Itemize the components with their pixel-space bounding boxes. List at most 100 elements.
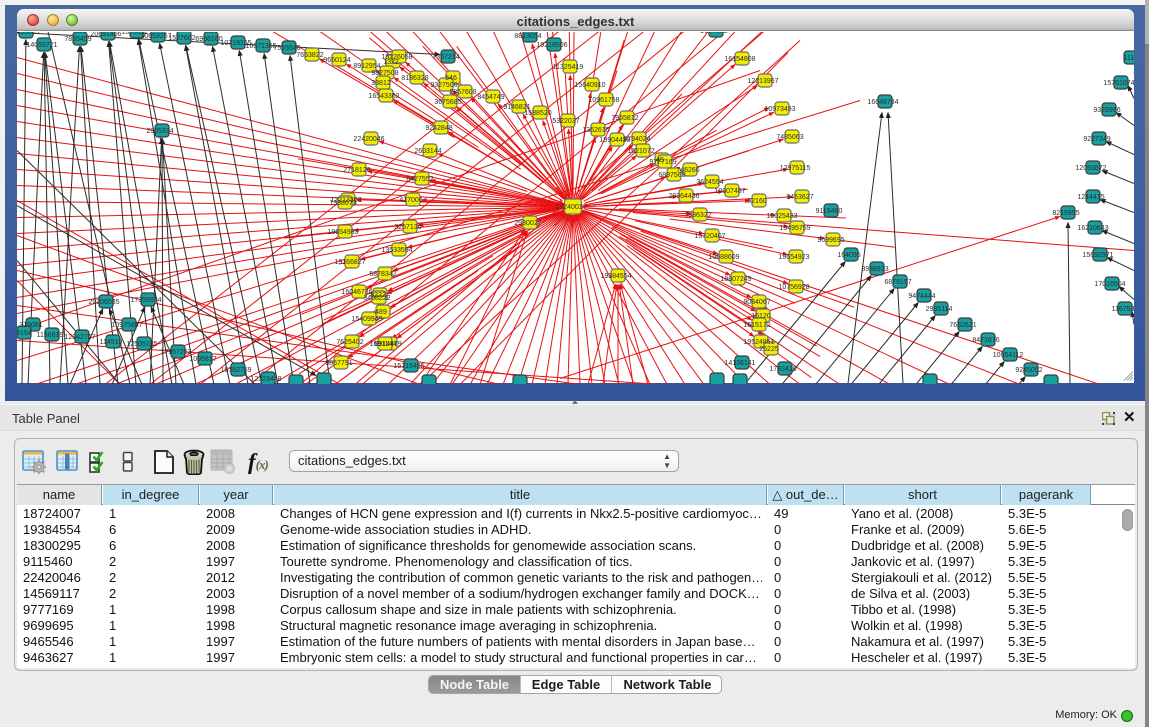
svg-text:15720407: 15720407 [694,233,725,240]
svg-text:9857791: 9857791 [325,360,352,367]
svg-text:10654112: 10654112 [993,352,1024,359]
svg-text:9245052: 9245052 [1015,367,1042,374]
svg-text:16543362: 16543362 [368,93,399,100]
svg-text:17957253: 17957253 [160,349,191,356]
svg-text:9327508: 9327508 [430,82,457,89]
svg-text:5878342: 5878342 [369,271,396,278]
svg-text:111: 111 [1124,55,1134,62]
svg-text:15640910: 15640910 [574,82,605,89]
svg-text:1621072: 1621072 [627,148,654,155]
svg-text:12213967: 12213967 [747,78,778,85]
svg-text:12942757: 12942757 [64,334,95,341]
svg-text:15409949: 15409949 [351,316,382,323]
svg-text:3498222: 3498222 [363,295,390,302]
svg-text:16033809: 16033809 [17,32,40,36]
svg-text:546: 546 [445,75,457,82]
svg-text:7986322: 7986322 [684,212,711,219]
svg-text:7955812: 7955812 [611,115,638,122]
svg-text:489: 489 [375,309,387,316]
svg-text:2930027: 2930027 [514,220,541,227]
svg-text:62160: 62160 [747,198,767,205]
svg-text:1615172: 1615172 [743,322,770,329]
svg-text:10961758: 10961758 [588,97,619,104]
svg-text:14055721: 14055721 [26,42,57,49]
svg-text:10688609: 10688609 [708,254,739,261]
svg-text:9463627: 9463627 [786,194,813,201]
svg-text:9827508: 9827508 [371,70,398,77]
svg-text:12505135: 12505135 [126,341,157,348]
svg-text:16671355: 16671355 [245,43,276,50]
svg-text:315061: 315061 [19,322,42,329]
svg-text:1362615: 1362615 [582,127,609,134]
svg-text:9474444: 9474444 [908,293,935,300]
svg-text:10975857: 10975857 [111,322,142,329]
svg-text:6879197: 6879197 [884,279,911,286]
svg-text:20691406: 20691406 [90,32,121,38]
svg-text:10973493: 10973493 [764,106,795,113]
svg-text:2867608: 2867608 [449,89,476,96]
svg-text:17359934: 17359934 [130,297,161,304]
svg-text:9242848: 9242848 [425,125,452,132]
svg-text:8186328: 8186328 [401,75,428,82]
svg-text:13533594: 13533594 [381,247,412,254]
svg-text:10025433: 10025433 [766,213,797,220]
svg-text:9084067: 9084067 [743,299,770,306]
svg-text:3267130: 3267130 [394,224,421,231]
svg-text:11325419: 11325419 [553,64,584,71]
svg-text:417006: 417006 [399,197,422,204]
svg-text:15716485: 15716485 [393,363,424,370]
svg-text:10807487: 10807487 [714,188,745,195]
svg-text:8215955: 8215955 [1052,210,1079,217]
svg-text:2603144: 2603144 [414,148,441,155]
svg-text:9329966: 9329966 [1093,107,1120,114]
svg-text:2687682: 2687682 [700,32,727,35]
svg-text:15751074: 15751074 [1103,80,1134,87]
svg-text:19654983: 19654983 [327,229,358,236]
svg-text:7515546: 7515546 [273,45,300,52]
svg-text:7865459: 7865459 [64,36,91,43]
svg-text:12093872: 12093872 [1075,165,1106,172]
svg-text:1938673: 1938673 [329,200,356,207]
svg-text:19654923: 19654923 [778,254,809,261]
svg-text:7485063: 7485063 [776,134,803,141]
svg-text:16210643: 16210643 [1077,225,1108,232]
svg-text:7625402: 7625402 [336,339,363,346]
svg-text:8471676: 8471676 [972,337,999,344]
svg-text:20206535: 20206535 [88,299,119,306]
svg-text:9227349: 9227349 [1083,136,1110,143]
svg-text:9115460: 9115460 [816,208,843,215]
svg-text:1527602: 1527602 [168,35,195,42]
svg-text:12323448: 12323448 [250,376,281,383]
svg-text:1244415: 1244415 [1077,194,1104,201]
svg-text:12975115: 12975115 [780,165,811,172]
svg-text:7632621: 7632621 [949,322,976,329]
svg-text:1095817: 1095817 [189,356,216,363]
svg-text:7357214: 7357214 [432,54,459,61]
svg-text:2718126: 2718126 [343,167,370,174]
svg-text:16782759: 16782759 [220,367,251,374]
svg-text:14136141: 14136141 [724,360,755,367]
svg-text:17240017: 17240017 [555,204,586,211]
svg-text:114519: 114519 [100,339,123,346]
svg-text:17016504: 17016504 [1094,281,1125,288]
svg-text:6794024: 6794024 [623,136,650,143]
svg-text:746266: 746266 [676,167,699,174]
svg-text:15692971: 15692971 [1082,252,1113,259]
svg-text:8938923: 8938923 [861,266,888,273]
svg-text:18807249: 18807249 [720,276,751,283]
svg-text:8454749: 8454749 [477,94,504,101]
svg-text:9777169: 9777169 [649,159,676,166]
svg-text:33812: 33812 [371,80,391,87]
svg-text:116753: 116753 [1112,306,1134,313]
svg-text:3624554: 3624554 [696,179,723,186]
svg-text:16648784: 16648784 [867,99,898,106]
svg-text:8912954: 8912954 [353,63,380,70]
svg-text:8427552: 8427552 [406,176,433,183]
svg-text:10756928: 10756928 [778,284,809,291]
svg-text:1588520: 1588520 [524,110,551,117]
svg-text:1691144: 1691144 [370,341,397,348]
svg-text:9699695: 9699695 [817,237,844,244]
svg-text:19384554: 19384554 [600,273,631,280]
svg-text:15495759: 15495759 [779,225,810,232]
svg-text:15226058: 15226058 [381,54,412,61]
